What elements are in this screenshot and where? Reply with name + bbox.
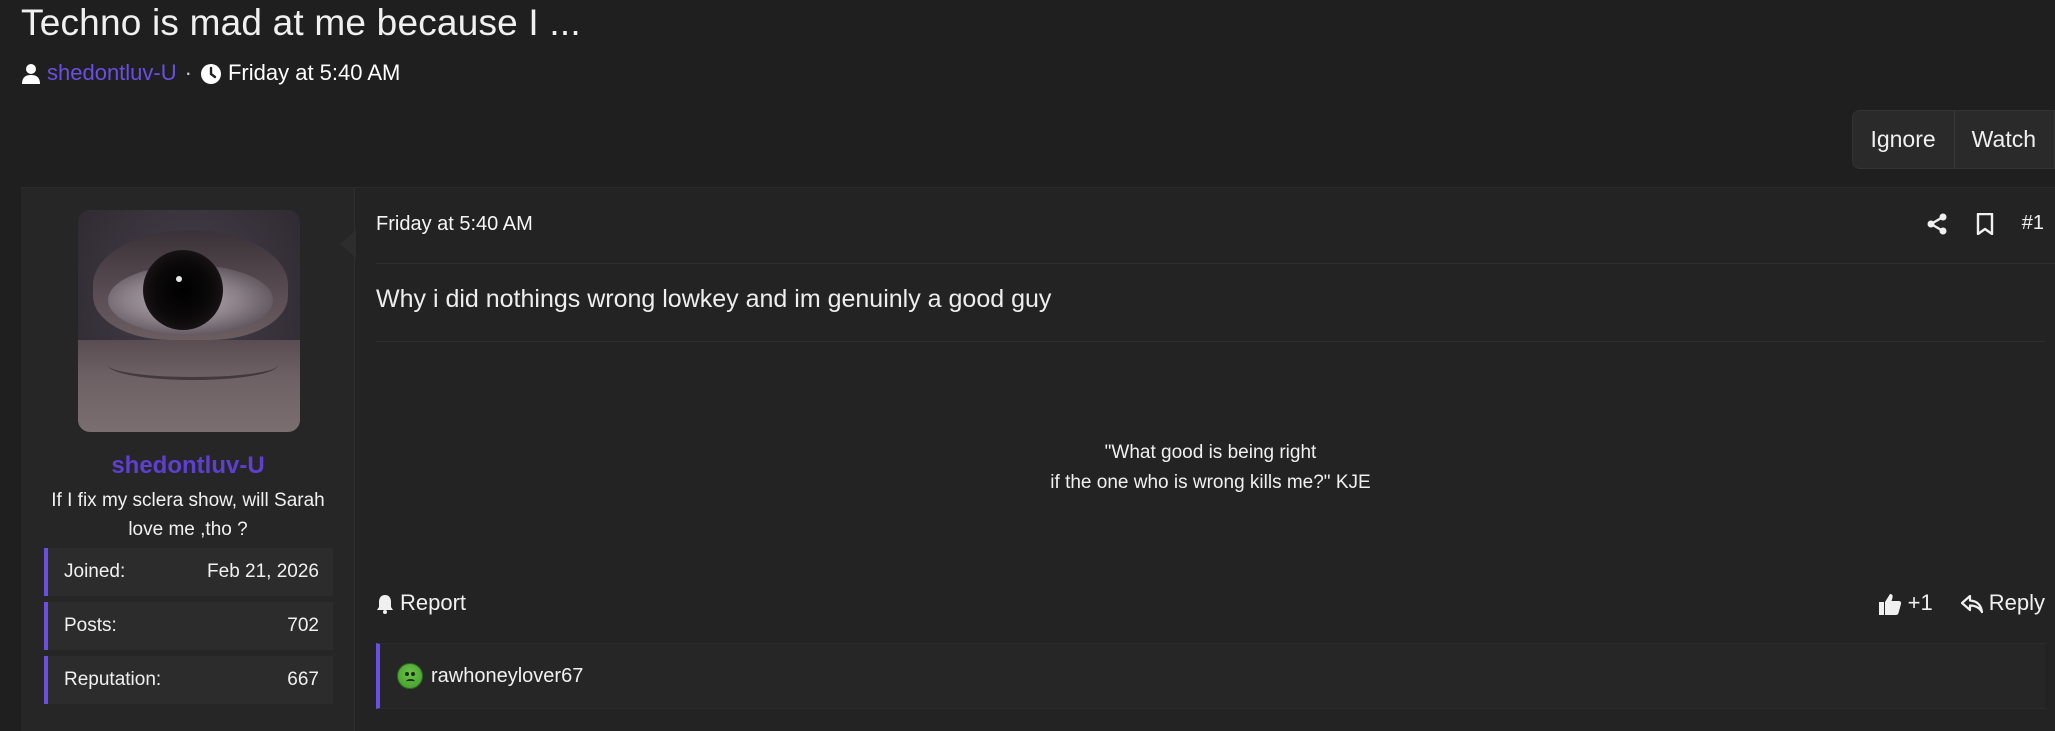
like-button[interactable]: +1 [1878,590,1933,616]
signature-line: if the one who is wrong kills me?" KJE [1050,472,1371,493]
signature-divider [376,341,2045,342]
share-icon[interactable] [1926,212,1948,235]
like-count: +1 [1907,590,1933,615]
thread-actions: Ignore Watch [1852,110,2055,169]
reactions-bar[interactable]: rawhoneylover67 [376,643,2045,709]
post-number-link[interactable]: #1 [2022,212,2044,235]
bookmark-icon[interactable] [1976,212,1994,235]
thread-author-link[interactable]: shedontluv-U [47,60,177,86]
watch-button[interactable]: Watch [1953,111,2054,168]
thumbs-up-icon [1878,590,1902,616]
stat-value: 667 [287,669,319,690]
thread-date[interactable]: Friday at 5:40 AM [228,60,400,86]
stat-value: Feb 21, 2026 [207,561,319,582]
sick-face-icon [397,663,423,689]
signature-line: "What good is being right [1104,442,1317,463]
stat-value: 702 [287,615,319,636]
thread-title: Techno is mad at me because I ... [21,2,581,43]
post-tools: #1 [1926,212,2044,235]
post: shedontluv-U If I fix my sclera show, wi… [21,187,2055,731]
avatar[interactable] [78,210,300,432]
user-title: If I fix my sclera show, will Sarah love… [51,490,325,540]
thread-meta: shedontluv-U · Friday at 5:40 AM [21,60,400,86]
user-icon [21,60,41,86]
reply-icon [1960,590,1983,616]
post-header: Friday at 5:40 AM #1 [376,188,2055,264]
user-info-panel: shedontluv-U If I fix my sclera show, wi… [21,188,355,731]
post-footer: Report +1 Reply [376,583,2045,623]
reply-button[interactable]: Reply [1960,590,2045,616]
stat-label: Reputation: [64,669,162,690]
post-date[interactable]: Friday at 5:40 AM [376,213,533,236]
user-signature: "What good is being right if the one who… [376,438,2045,498]
report-button[interactable]: Report [376,590,466,616]
stat-label: Posts: [64,615,117,636]
reply-label: Reply [1988,590,2045,615]
stat-label: Joined: [64,561,126,582]
report-label: Report [400,590,467,615]
meta-separator: · [184,60,192,85]
post-username[interactable]: shedontluv-U [21,452,355,480]
ignore-button[interactable]: Ignore [1853,111,1953,168]
stat-joined: Joined: Feb 21, 2026 [44,548,333,596]
clock-icon [200,60,222,86]
stat-posts: Posts: 702 [44,602,333,650]
post-main: Friday at 5:40 AM #1 Why i did nothings … [376,188,2055,731]
stat-reputation: Reputation: 667 [44,656,333,704]
post-pointer [340,230,356,258]
post-body: Why i did nothings wrong lowkey and im g… [376,285,1052,313]
bell-icon [376,590,394,616]
reaction-users[interactable]: rawhoneylover67 [431,665,583,688]
thread-page: Techno is mad at me because I ... shedon… [0,0,2055,731]
